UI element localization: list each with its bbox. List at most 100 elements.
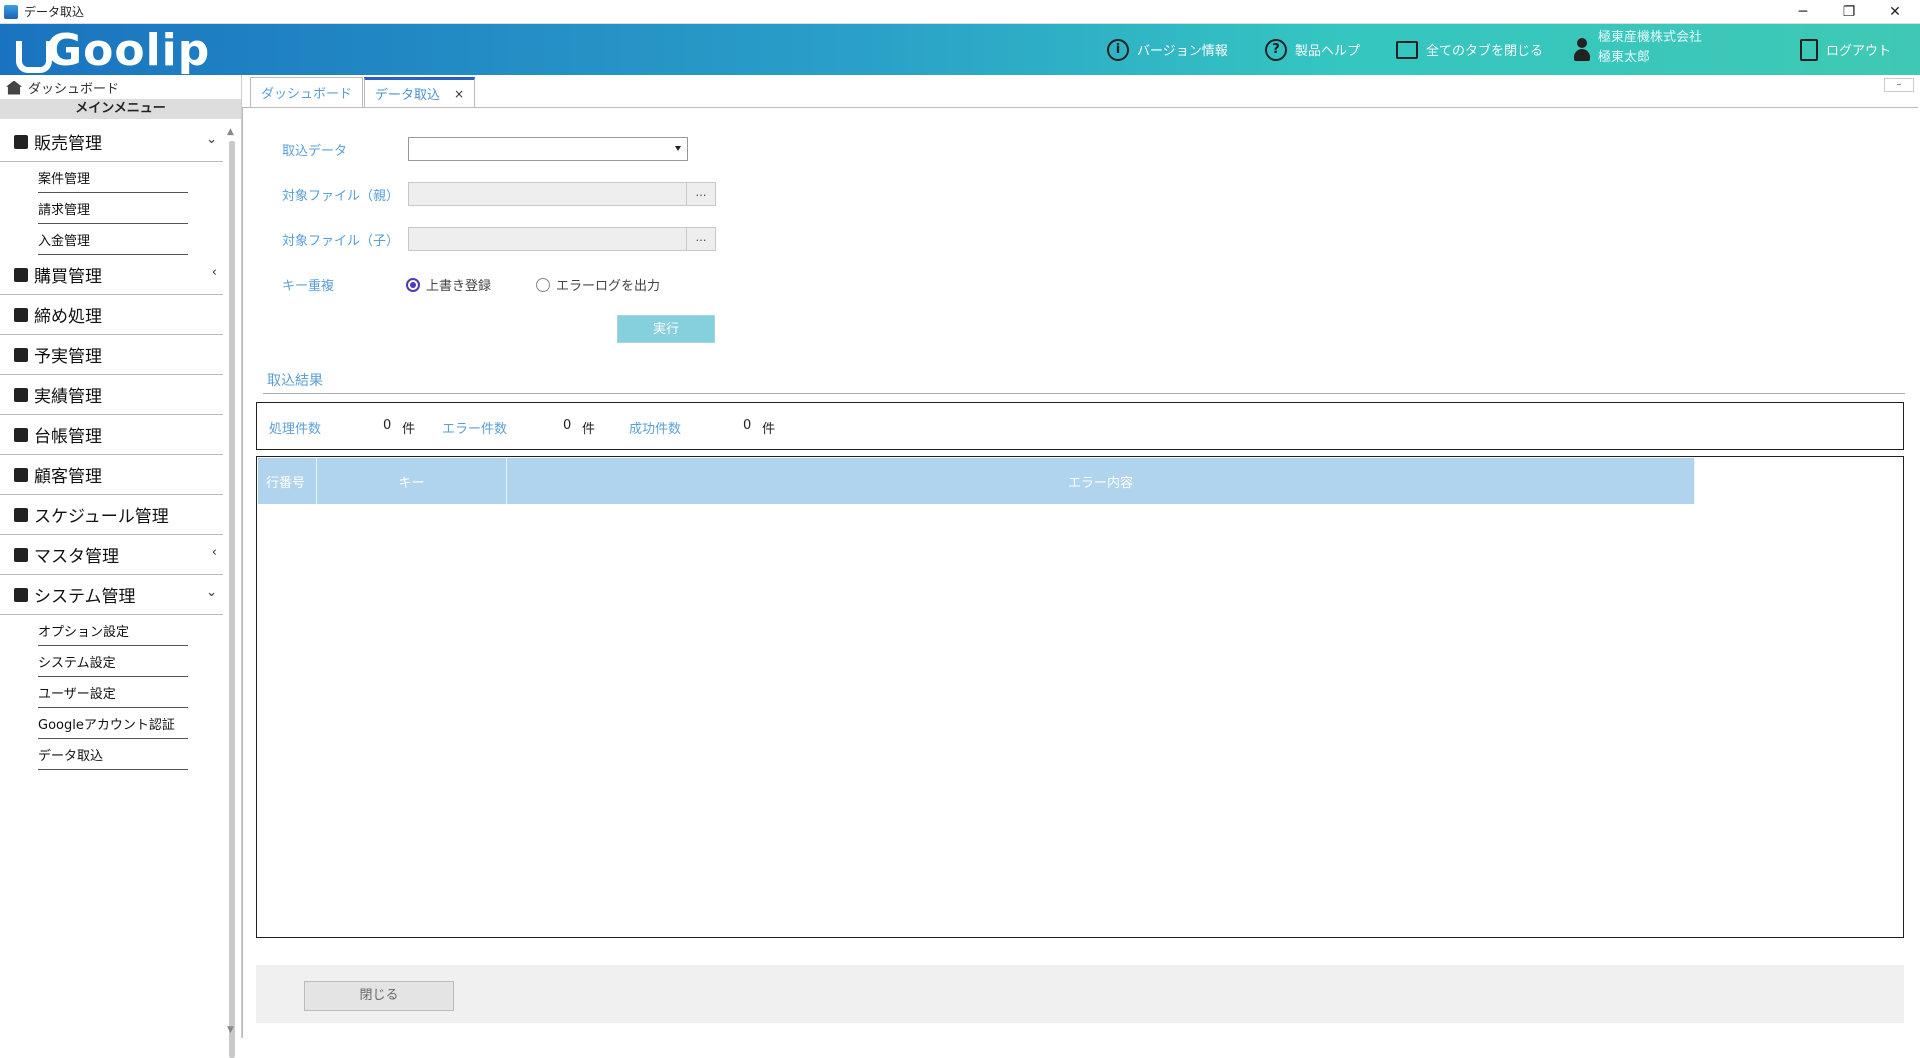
sidebar-subitem[interactable]: 案件管理 <box>38 162 188 193</box>
minimize-window-button[interactable]: ─ <box>1780 0 1826 24</box>
footer-bar <box>256 965 1904 1023</box>
overwrite-label: 上書き登録 <box>426 279 492 294</box>
processed-count-label: 処理件数 <box>269 422 322 437</box>
main-menu-title: メインメニュー <box>0 99 241 119</box>
tab-dashboard-label: ダッシュボード <box>261 87 353 102</box>
child-file-input[interactable] <box>408 227 688 251</box>
info-icon: i <box>1107 38 1129 61</box>
user-icon <box>1573 38 1591 62</box>
error-count-label: エラー件数 <box>442 422 508 437</box>
sidebar-subitem[interactable]: ユーザー設定 <box>38 677 188 708</box>
sidebar-group-6[interactable]: 顧客管理 <box>0 455 223 495</box>
sidebar-group-5[interactable]: 台帳管理 <box>0 415 223 455</box>
tab-dashboard[interactable]: ダッシュボード <box>250 77 364 107</box>
chevron-icon[interactable]: ⌄ <box>206 585 217 600</box>
minimize-panel-button[interactable]: – <box>1884 78 1914 92</box>
menu-group-icon <box>14 387 28 402</box>
sidebar-subitem[interactable]: データ取込 <box>38 739 188 770</box>
help-icon: ? <box>1265 38 1287 61</box>
execute-button[interactable]: 実行 <box>617 315 715 343</box>
logout-icon <box>1800 38 1818 61</box>
grid-header: 行番号 キー エラー内容 <box>258 458 1695 504</box>
sidebar-subitem[interactable]: システム設定 <box>38 646 188 677</box>
help-label: 製品ヘルプ <box>1295 44 1361 59</box>
error-grid[interactable]: 行番号 キー エラー内容 <box>256 456 1904 938</box>
app-icon <box>4 4 18 19</box>
window-title: データ取込 <box>24 5 85 19</box>
version-info-button[interactable]: i バージョン情報 <box>1107 24 1228 75</box>
close-tab-icon[interactable]: × <box>454 87 464 101</box>
goolip-logo[interactable]: Goolip <box>14 24 211 76</box>
error-count-value: 0 <box>563 418 572 433</box>
sidebar-group-label: 台帳管理 <box>34 427 102 447</box>
sidebar-group-8[interactable]: マスタ管理 ‹ <box>0 535 223 575</box>
sidebar-subitem[interactable]: 入金管理 <box>38 224 188 255</box>
error-log-radio[interactable]: エラーログを出力 <box>536 275 660 294</box>
column-header-row-number[interactable]: 行番号 <box>258 458 317 504</box>
sidebar-group-0[interactable]: 販売管理 ⌄ <box>0 122 223 162</box>
dashboard-label: ダッシュボード <box>28 82 120 97</box>
menu-group-icon <box>14 267 28 282</box>
sidebar-group-label: 販売管理 <box>34 134 102 154</box>
user-name: 極東太郎 <box>1598 50 1651 65</box>
result-section-title: 取込結果 <box>267 373 323 389</box>
sidebar-group-7[interactable]: スケジュール管理 <box>0 495 223 535</box>
folder-icon <box>1396 40 1418 59</box>
sidebar-group-label: システム管理 <box>34 587 136 607</box>
parent-file-browse-button[interactable]: … <box>686 182 716 206</box>
window-titlebar: データ取込 ─ ❐ ✕ <box>0 0 1920 24</box>
menu-group-icon <box>14 547 28 562</box>
sidebar-scrollbar[interactable] <box>229 141 235 1058</box>
close-window-button[interactable]: ✕ <box>1872 0 1918 24</box>
close-all-tabs-button[interactable]: 全てのタブを閉じる <box>1396 24 1543 75</box>
tab-data-import[interactable]: データ取込 × <box>364 77 476 107</box>
sidebar-dashboard-link[interactable]: ダッシュボード <box>6 78 119 97</box>
close-button[interactable]: 閉じる <box>304 981 454 1011</box>
menu-group-icon <box>14 307 28 322</box>
sidebar-group-label: マスタ管理 <box>34 547 119 567</box>
app-header: Goolip i バージョン情報 ? 製品ヘルプ 全てのタブを閉じる 極東産機株… <box>0 24 1920 76</box>
sidebar-subitem[interactable]: オプション設定 <box>38 615 188 646</box>
sidebar-group-4[interactable]: 実績管理 <box>0 375 223 415</box>
sidebar: ダッシュボード メインメニュー 販売管理 ⌄ 案件管理 請求管理 入金管理購買管理 ‹ 締め… <box>0 75 242 1058</box>
overwrite-radio[interactable]: 上書き登録 <box>406 275 491 294</box>
menu-group-icon <box>14 347 28 362</box>
restore-window-button[interactable]: ❐ <box>1826 0 1872 24</box>
chevron-icon[interactable]: ‹ <box>212 265 217 280</box>
company-name: 極東産機株式会社 <box>1598 30 1703 45</box>
help-button[interactable]: ? 製品ヘルプ <box>1265 24 1360 75</box>
column-header-error[interactable]: エラー内容 <box>507 458 1695 504</box>
success-count-unit: 件 <box>762 422 776 437</box>
sidebar-subitem[interactable]: Googleアカウント認証 <box>38 708 188 739</box>
column-header-key[interactable]: キー <box>317 458 507 504</box>
logo-cup-icon <box>14 33 52 73</box>
error-log-label: エラーログを出力 <box>556 279 661 294</box>
child-file-browse-button[interactable]: … <box>686 227 716 251</box>
result-stats: 処理件数 0 件 エラー件数 0 件 成功件数 0 件 <box>256 402 1904 450</box>
scroll-up-icon[interactable]: ▲ <box>227 127 234 137</box>
chevron-icon[interactable]: ‹ <box>212 545 217 560</box>
sidebar-group-2[interactable]: 締め処理 <box>0 295 223 335</box>
sidebar-group-1[interactable]: 購買管理 ‹ <box>0 255 223 295</box>
scroll-down-icon[interactable]: ▼ <box>227 1025 234 1035</box>
sidebar-group-9[interactable]: システム管理 ⌄ <box>0 575 223 615</box>
sidebar-group-label: 顧客管理 <box>34 467 102 487</box>
import-data-select[interactable] <box>408 137 688 161</box>
sidebar-subitem[interactable]: 請求管理 <box>38 193 188 224</box>
logo-text: Goolip <box>46 24 211 76</box>
logout-button[interactable]: ログアウト <box>1800 24 1891 75</box>
close-all-tabs-label: 全てのタブを閉じる <box>1426 44 1544 59</box>
main-menu: 販売管理 ⌄ 案件管理 請求管理 入金管理購買管理 ‹ 締め処理予実管理実績管理台帳管理顧客… <box>0 122 223 770</box>
chevron-icon[interactable]: ⌄ <box>206 132 217 147</box>
radio-checked-icon <box>406 277 420 292</box>
sidebar-group-3[interactable]: 予実管理 <box>0 335 223 375</box>
parent-file-input[interactable] <box>408 182 688 206</box>
menu-group-icon <box>14 467 28 482</box>
sidebar-group-label: スケジュール管理 <box>34 507 169 527</box>
sidebar-group-label: 予実管理 <box>34 347 102 367</box>
version-info-label: バージョン情報 <box>1137 44 1228 59</box>
sidebar-group-label: 購買管理 <box>34 267 102 287</box>
tab-import-label: データ取込 <box>375 88 441 103</box>
success-count-value: 0 <box>743 418 752 433</box>
section-divider <box>263 393 1905 394</box>
